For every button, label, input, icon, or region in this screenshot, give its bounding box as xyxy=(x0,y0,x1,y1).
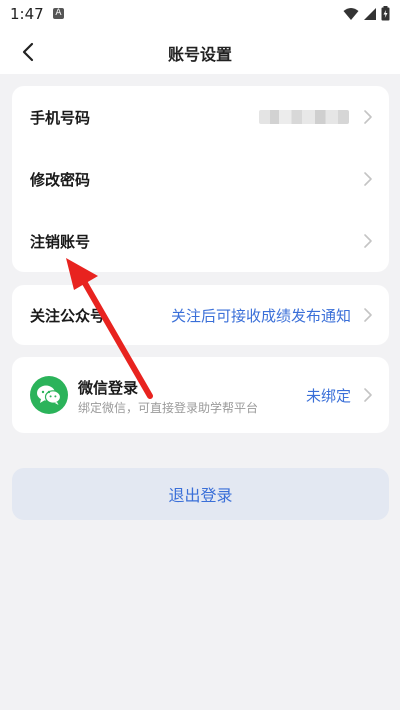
wechat-login-subtitle: 绑定微信，可直接登录助学帮平台 xyxy=(78,401,259,415)
chevron-right-icon xyxy=(363,307,373,323)
status-icons xyxy=(343,6,390,21)
deactivate-account-row[interactable]: 注销账号 xyxy=(12,210,389,272)
status-bar: 1:47 A xyxy=(0,0,400,28)
follow-account-hint: 关注后可接收成绩发布通知 xyxy=(170,306,351,325)
logout-button[interactable]: 退出登录 xyxy=(12,468,389,520)
follow-account-label: 关注公众号 xyxy=(30,306,106,325)
wechat-login-card: 微信登录 绑定微信，可直接登录助学帮平台 未绑定 xyxy=(12,357,389,433)
chevron-right-icon xyxy=(363,233,373,249)
status-time: 1:47 xyxy=(10,5,44,23)
page-title: 账号设置 xyxy=(167,45,232,64)
phone-number-row[interactable]: 手机号码 xyxy=(12,86,389,148)
chevron-right-icon xyxy=(363,387,373,403)
battery-icon xyxy=(381,6,390,21)
deactivate-account-label: 注销账号 xyxy=(30,232,91,251)
wechat-login-row[interactable]: 微信登录 绑定微信，可直接登录助学帮平台 未绑定 xyxy=(12,357,389,433)
wechat-icon xyxy=(30,376,68,414)
masked-phone-value xyxy=(259,110,349,124)
chevron-right-icon xyxy=(363,171,373,187)
signal-icon xyxy=(364,7,376,20)
notification-badge-icon: A xyxy=(53,8,64,19)
wechat-login-title: 微信登录 xyxy=(78,379,139,397)
follow-account-card: 关注公众号 关注后可接收成绩发布通知 xyxy=(12,285,389,345)
wifi-icon xyxy=(343,7,359,20)
wechat-bind-status: 未绑定 xyxy=(305,386,351,405)
follow-account-row[interactable]: 关注公众号 关注后可接收成绩发布通知 xyxy=(12,285,389,345)
chevron-right-icon xyxy=(363,109,373,125)
phone-number-label: 手机号码 xyxy=(30,108,91,127)
change-password-label: 修改密码 xyxy=(30,170,91,189)
change-password-row[interactable]: 修改密码 xyxy=(12,148,389,210)
account-settings-card: 手机号码 修改密码 注销账号 xyxy=(12,86,389,272)
nav-bar: 账号设置 xyxy=(0,28,400,74)
